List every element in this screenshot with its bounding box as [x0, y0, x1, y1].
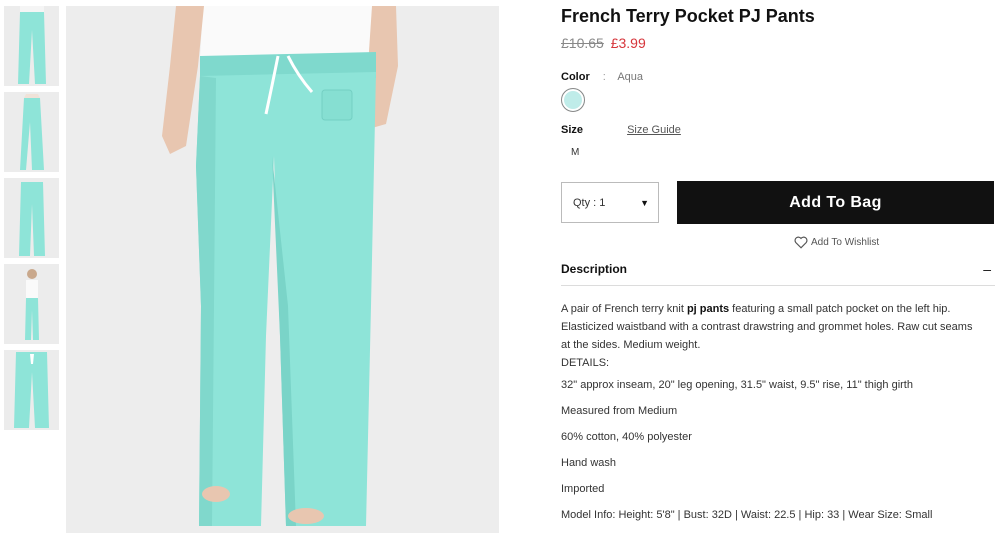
caret-down-icon: ▼	[640, 197, 649, 208]
add-to-wishlist-link[interactable]: Add To Wishlist	[794, 236, 914, 249]
product-title: French Terry Pocket PJ Pants	[561, 6, 815, 26]
description-intro: A pair of French terry knit pj pants fea…	[561, 300, 981, 354]
color-separator: :	[602, 71, 606, 83]
spec-measurements: 32" approx inseam, 20" leg opening, 31.5…	[561, 379, 913, 391]
color-value: Aqua	[617, 71, 644, 83]
thumbnail-front-image	[4, 6, 59, 86]
color-selector: Color : Aqua	[561, 70, 995, 112]
description-heading: Description	[561, 262, 628, 276]
main-product-image[interactable]	[66, 6, 499, 533]
thumbnail-side[interactable]	[4, 92, 59, 172]
thumbnail-front[interactable]	[4, 6, 59, 86]
sale-price: £3.99	[610, 35, 646, 51]
original-price: £10.65	[561, 35, 604, 51]
product-info: French Terry Pocket PJ Pants £10.65 £3.9…	[561, 0, 995, 524]
thumbnail-detail[interactable]	[4, 350, 59, 430]
spec-measured-from: Measured from Medium	[561, 405, 678, 417]
thumbnail-back[interactable]	[4, 178, 59, 258]
spec-origin: Imported	[561, 483, 605, 495]
size-guide-link[interactable]: Size Guide	[627, 124, 681, 136]
add-to-bag-button[interactable]: Add To Bag	[677, 181, 994, 224]
wishlist-label: Add To Wishlist	[811, 237, 880, 248]
intro-text-start: A pair of French terry knit	[561, 303, 687, 315]
intro-bold-text: pj pants	[686, 303, 730, 315]
pants-illustration	[66, 6, 499, 533]
thumbnail-full-body[interactable]	[4, 264, 59, 344]
thumbnail-side-image	[4, 92, 59, 172]
thumbnail-detail-image	[4, 350, 59, 430]
thumbnail-back-image	[4, 178, 59, 258]
description-body: A pair of French terry knit pj pants fea…	[561, 300, 981, 524]
quantity-select[interactable]: Qty : 1 ▼	[561, 182, 659, 223]
collapse-icon[interactable]: –	[983, 261, 991, 277]
size-option-m[interactable]: M	[571, 146, 585, 160]
details-label: DETAILS:	[561, 357, 610, 369]
color-swatch-aqua[interactable]	[561, 88, 585, 112]
size-label: Size	[561, 124, 584, 136]
description-accordion-header[interactable]: Description –	[561, 261, 995, 286]
quantity-label: Qty : 1	[573, 196, 606, 209]
thumbnail-full-body-image	[4, 264, 59, 344]
thumbnail-gallery	[4, 6, 60, 436]
spec-care: Hand wash	[561, 457, 617, 469]
heart-icon	[794, 236, 808, 249]
spec-fabric: 60% cotton, 40% polyester	[561, 431, 692, 443]
price: £10.65 £3.99	[561, 35, 995, 51]
size-selector: Size Size Guide M	[561, 123, 995, 160]
color-label: Color	[561, 71, 590, 83]
purchase-controls: Qty : 1 ▼ Add To Bag	[561, 181, 995, 224]
spec-model-info: Model Info: Height: 5'8" | Bust: 32D | W…	[561, 509, 933, 521]
